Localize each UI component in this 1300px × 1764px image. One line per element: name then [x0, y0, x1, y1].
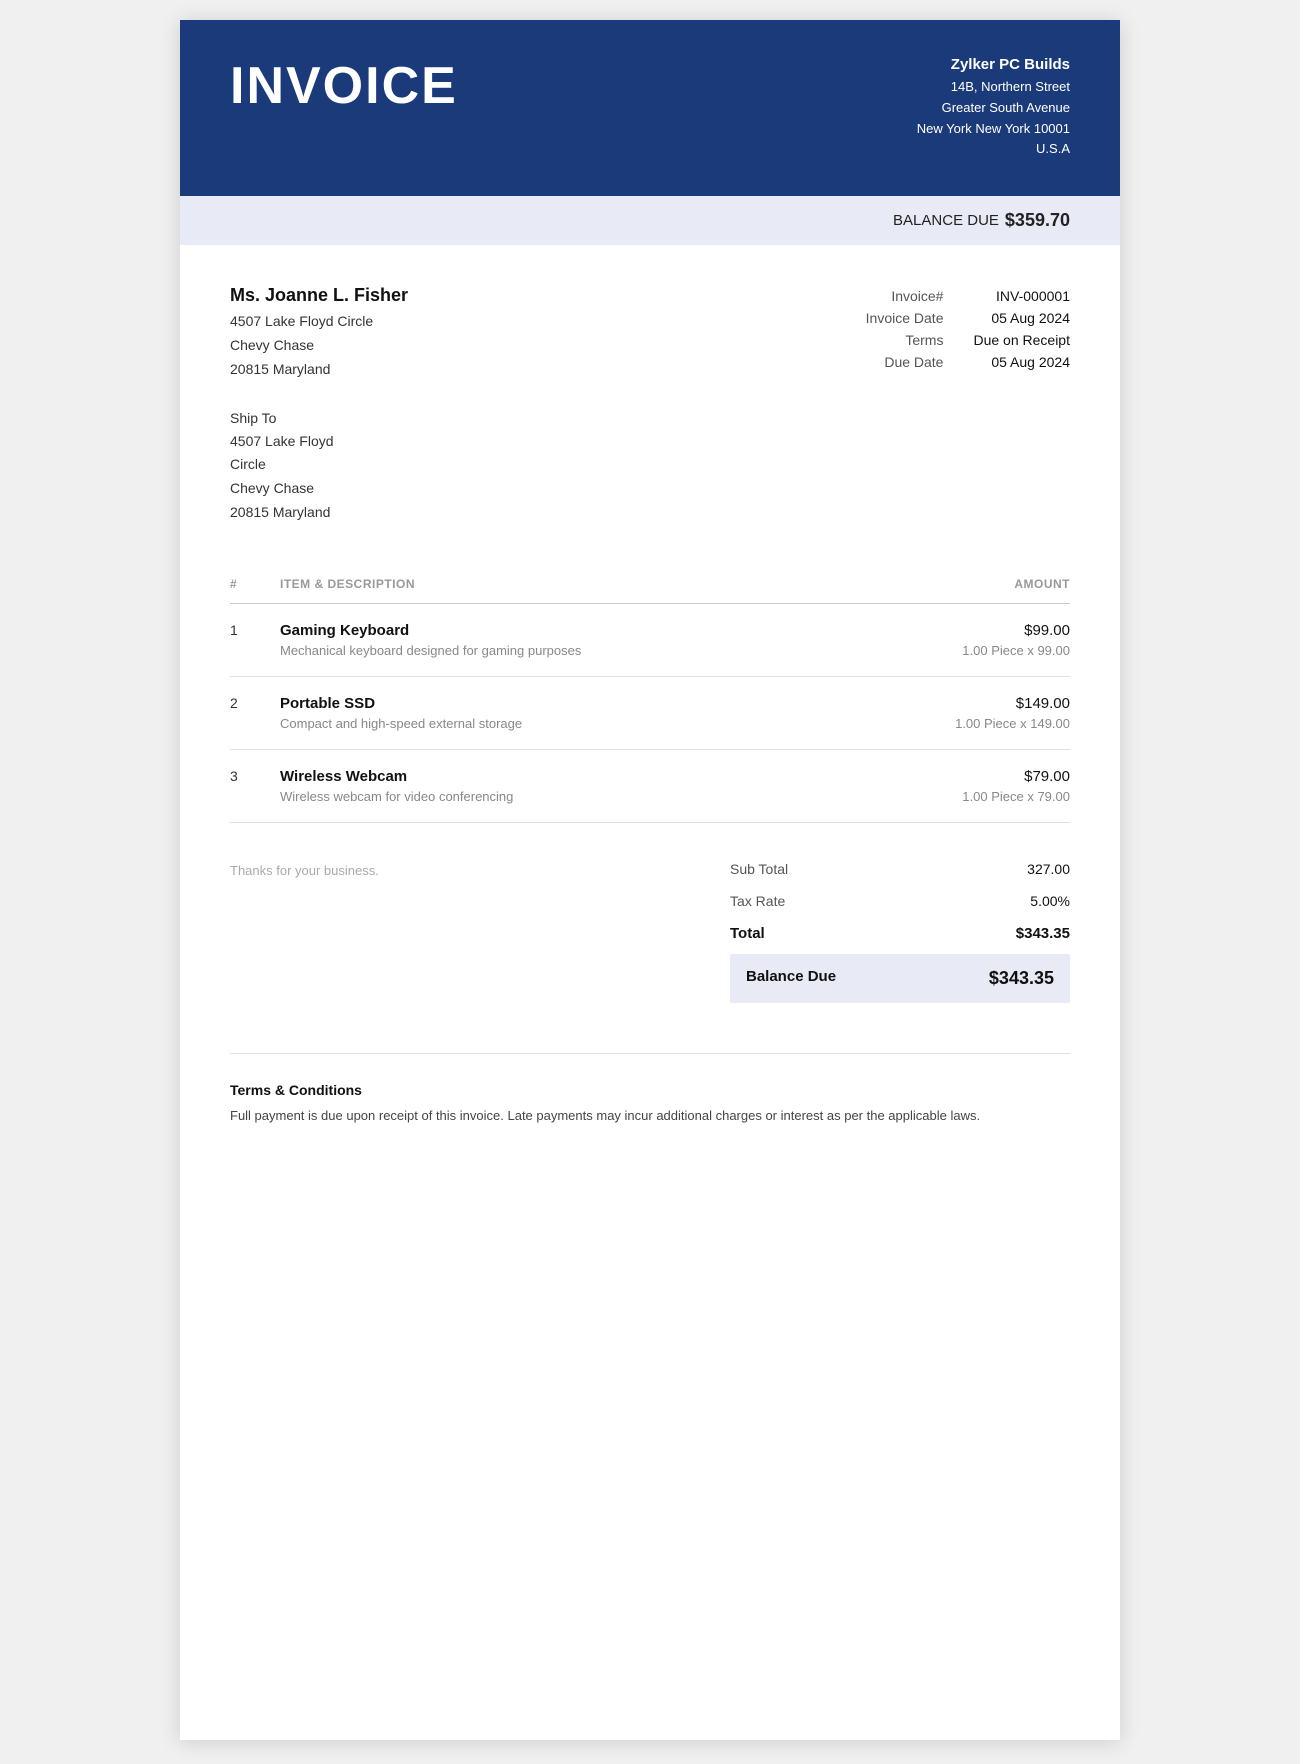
invoice-value: INV-000001 [973, 285, 1070, 307]
item-num-2: 3 [230, 749, 280, 822]
ship-to-address: 4507 Lake Floyd Circle Chevy Chase 20815… [230, 430, 408, 525]
totals-section: Thanks for your business. Sub Total 327.… [230, 853, 1070, 1003]
date-value: 05 Aug 2024 [973, 307, 1070, 329]
invoice-label: Invoice# [866, 285, 974, 307]
item-description-0: Mechanical keyboard designed for gaming … [280, 643, 852, 658]
balance-due-totals-label: Balance Due [746, 968, 836, 989]
balance-due-bar: BALANCE DUE $359.70 [180, 196, 1120, 245]
item-amount-cell-2: $79.00 1.00 Piece x 79.00 [852, 749, 1070, 822]
item-total-2: $79.00 [852, 768, 1070, 785]
invoice-header: INVOICE Zylker PC Builds 14B, Northern S… [180, 20, 1120, 196]
total-value: $343.35 [1016, 925, 1070, 942]
client-address-line3: 20815 Maryland [230, 358, 408, 382]
invoice-title: INVOICE [230, 56, 458, 116]
ship-address-line2: Circle [230, 453, 408, 477]
due-date-label: Due Date [866, 351, 974, 373]
subtotal-label: Sub Total [730, 861, 788, 877]
item-amount-cell-1: $149.00 1.00 Piece x 149.00 [852, 676, 1070, 749]
meta-invoice-row: Invoice# INV-000001 [866, 285, 1070, 307]
meta-terms-row: Terms Due on Receipt [866, 329, 1070, 351]
items-table-head: # ITEM & DESCRIPTION AMOUNT [230, 565, 1070, 604]
company-info: Zylker PC Builds 14B, Northern Street Gr… [917, 56, 1070, 160]
subtotal-value: 327.00 [1027, 861, 1070, 877]
total-row: Total $343.35 [730, 917, 1070, 950]
terms-title: Terms & Conditions [230, 1082, 1070, 1098]
items-table: # ITEM & DESCRIPTION AMOUNT 1 Gaming Key… [230, 565, 1070, 823]
subtotal-row: Sub Total 327.00 [730, 853, 1070, 885]
item-unit-1: 1.00 Piece x 149.00 [852, 716, 1070, 731]
col-desc-header: ITEM & DESCRIPTION [280, 565, 852, 604]
item-amount-cell-0: $99.00 1.00 Piece x 99.00 [852, 603, 1070, 676]
terms-label: Terms [866, 329, 974, 351]
item-name-0: Gaming Keyboard [280, 622, 852, 639]
invoice-meta: Invoice# INV-000001 Invoice Date 05 Aug … [866, 285, 1070, 525]
balance-due-totals-row: Balance Due $343.35 [730, 954, 1070, 1003]
item-name-2: Wireless Webcam [280, 768, 852, 785]
tax-value: 5.00% [1030, 893, 1070, 909]
balance-due-amount: $359.70 [1005, 210, 1070, 231]
invoice-notes: Thanks for your business. [230, 853, 379, 878]
balance-due-label: BALANCE DUE [893, 212, 999, 229]
meta-table: Invoice# INV-000001 Invoice Date 05 Aug … [866, 285, 1070, 373]
meta-due-date-row: Due Date 05 Aug 2024 [866, 351, 1070, 373]
items-table-body: 1 Gaming Keyboard Mechanical keyboard de… [230, 603, 1070, 822]
item-description-1: Compact and high-speed external storage [280, 716, 852, 731]
item-desc-cell-0: Gaming Keyboard Mechanical keyboard desi… [280, 603, 852, 676]
table-row: 1 Gaming Keyboard Mechanical keyboard de… [230, 603, 1070, 676]
company-address-line2: Greater South Avenue [917, 98, 1070, 119]
date-label: Invoice Date [866, 307, 974, 329]
table-row: 2 Portable SSD Compact and high-speed ex… [230, 676, 1070, 749]
tax-row: Tax Rate 5.00% [730, 885, 1070, 917]
item-num-1: 2 [230, 676, 280, 749]
company-address: 14B, Northern Street Greater South Avenu… [917, 77, 1070, 160]
ship-to-section: Ship To 4507 Lake Floyd Circle Chevy Cha… [230, 410, 408, 525]
meta-date-row: Invoice Date 05 Aug 2024 [866, 307, 1070, 329]
item-total-1: $149.00 [852, 695, 1070, 712]
item-desc-cell-1: Portable SSD Compact and high-speed exte… [280, 676, 852, 749]
table-row: 3 Wireless Webcam Wireless webcam for vi… [230, 749, 1070, 822]
invoice-body: Ms. Joanne L. Fisher 4507 Lake Floyd Cir… [180, 245, 1120, 1166]
col-num-header: # [230, 565, 280, 604]
client-name: Ms. Joanne L. Fisher [230, 285, 408, 306]
company-name: Zylker PC Builds [917, 56, 1070, 73]
item-total-0: $99.00 [852, 622, 1070, 639]
client-address-line1: 4507 Lake Floyd Circle [230, 310, 408, 334]
ship-to-label: Ship To [230, 410, 408, 426]
item-name-1: Portable SSD [280, 695, 852, 712]
total-label: Total [730, 925, 765, 942]
item-unit-2: 1.00 Piece x 79.00 [852, 789, 1070, 804]
client-address: 4507 Lake Floyd Circle Chevy Chase 20815… [230, 310, 408, 381]
balance-due-totals-value: $343.35 [989, 968, 1054, 989]
ship-address-line3: Chevy Chase [230, 477, 408, 501]
terms-section: Terms & Conditions Full payment is due u… [230, 1053, 1070, 1127]
invoice-container: INVOICE Zylker PC Builds 14B, Northern S… [180, 20, 1120, 1740]
ship-address-line1: 4507 Lake Floyd [230, 430, 408, 454]
item-desc-cell-2: Wireless Webcam Wireless webcam for vide… [280, 749, 852, 822]
items-table-header-row: # ITEM & DESCRIPTION AMOUNT [230, 565, 1070, 604]
company-address-line4: U.S.A [917, 139, 1070, 160]
item-description-2: Wireless webcam for video conferencing [280, 789, 852, 804]
company-address-line1: 14B, Northern Street [917, 77, 1070, 98]
ship-address-line4: 20815 Maryland [230, 501, 408, 525]
col-amount-header: AMOUNT [852, 565, 1070, 604]
terms-text: Full payment is due upon receipt of this… [230, 1106, 1070, 1127]
terms-value: Due on Receipt [973, 329, 1070, 351]
billing-left: Ms. Joanne L. Fisher 4507 Lake Floyd Cir… [230, 285, 408, 525]
company-address-line3: New York New York 10001 [917, 119, 1070, 140]
client-address-line2: Chevy Chase [230, 334, 408, 358]
item-num-0: 1 [230, 603, 280, 676]
due-date-value: 05 Aug 2024 [973, 351, 1070, 373]
tax-label: Tax Rate [730, 893, 785, 909]
totals-table: Sub Total 327.00 Tax Rate 5.00% Total $3… [730, 853, 1070, 1003]
billing-info-section: Ms. Joanne L. Fisher 4507 Lake Floyd Cir… [230, 285, 1070, 525]
item-unit-0: 1.00 Piece x 99.00 [852, 643, 1070, 658]
